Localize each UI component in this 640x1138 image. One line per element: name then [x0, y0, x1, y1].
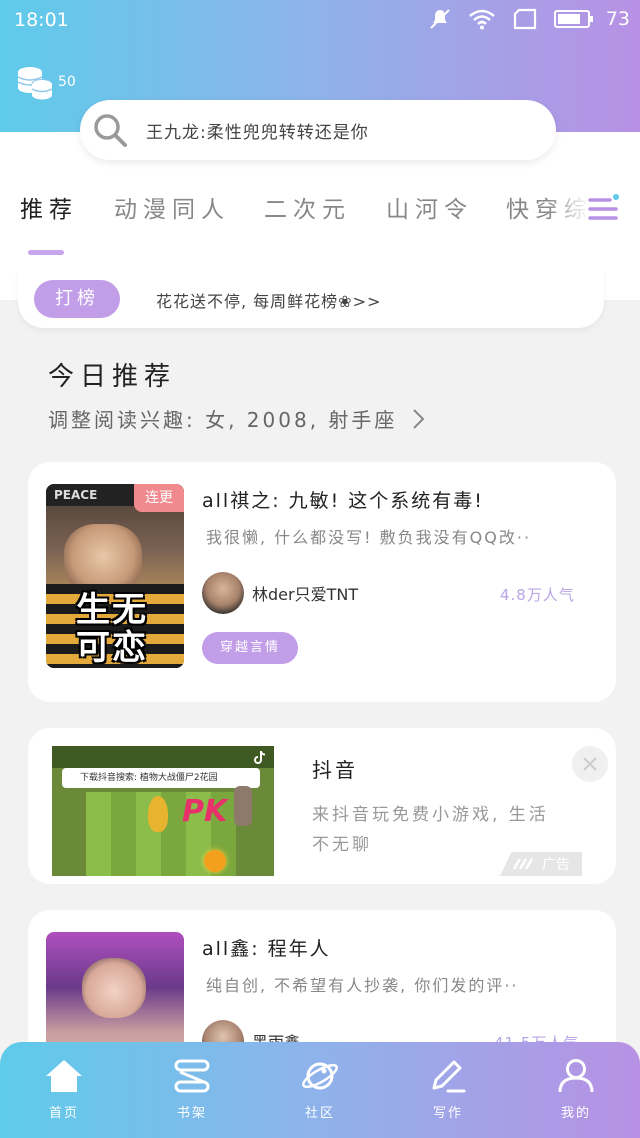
author-row[interactable]: 林der只爱TNT	[202, 572, 358, 614]
book-cover: PEACE 生无 可恋 连更	[46, 484, 184, 668]
ad-label: 广告	[500, 852, 582, 876]
close-icon	[583, 757, 597, 771]
category-menu-icon[interactable]	[586, 192, 622, 224]
nav-write[interactable]: 写作	[408, 1058, 488, 1121]
coin-count: 50	[58, 74, 76, 90]
tab-anime-fanfic[interactable]: 动漫同人	[114, 190, 230, 224]
cover-text-2: 可恋	[76, 628, 148, 668]
status-bar: 18:01 73	[0, 0, 640, 40]
status-time: 18:01	[14, 9, 69, 31]
book-title[interactable]: all鑫: 程年人	[202, 934, 331, 961]
rank-banner-text: 花花送不停, 每周鲜花榜❀>>	[156, 292, 382, 311]
mute-icon	[430, 9, 450, 29]
tab-anime-2d[interactable]: 二次元	[264, 190, 351, 224]
ad-image-zombie	[234, 786, 252, 826]
ad-image-search: 下载抖音搜索: 植物大战僵尸2花园	[62, 768, 260, 788]
user-icon	[558, 1059, 594, 1093]
ad-logo-icon	[512, 858, 534, 870]
rank-banner[interactable]: 打榜 花花送不停, 每周鲜花榜❀>>	[18, 270, 604, 328]
nav-label: 我的	[560, 1106, 591, 1121]
sim-icon	[513, 8, 536, 30]
nav-bookshelf[interactable]: 书架	[152, 1058, 232, 1121]
nav-label: 首页	[48, 1106, 79, 1121]
author-name[interactable]: 林der只爱TNT	[252, 581, 358, 605]
wifi-icon	[469, 9, 495, 30]
reading-interest-text: 调整阅读兴趣: 女, 2008, 射手座	[48, 408, 398, 432]
tab-recommend[interactable]: 推荐	[20, 190, 78, 224]
genre-tag[interactable]: 穿越言情	[202, 632, 298, 664]
nav-profile[interactable]: 我的	[536, 1058, 616, 1121]
section-title: 今日推荐	[48, 362, 177, 392]
cover-face	[82, 958, 146, 1018]
status-icons: 73	[428, 7, 630, 31]
author-avatar[interactable]	[202, 572, 244, 614]
book-card[interactable]: PEACE 生无 可恋 连更 all祺之: 九敏! 这个系统有毒! 我很懒, 什…	[28, 462, 616, 702]
ad-image-nut	[148, 796, 168, 832]
nav-label: 写作	[432, 1106, 463, 1121]
rank-button[interactable]: 打榜	[34, 280, 120, 318]
category-tabs: 推荐 动漫同人 二次元 山河令 快穿综	[0, 190, 640, 260]
ad-description: 来抖音玩免费小游戏, 生活不无聊	[312, 805, 549, 855]
battery-level: 73	[605, 8, 630, 30]
ad-image: 下载抖音搜索: 植物大战僵尸2花园 PK	[52, 746, 274, 876]
coin-balance[interactable]: 50	[16, 64, 76, 100]
nav-label: 社区	[304, 1106, 335, 1121]
tiktok-icon	[254, 750, 266, 764]
ad-title[interactable]: 抖音	[312, 754, 358, 783]
coins-icon	[17, 67, 53, 100]
home-icon	[46, 1060, 82, 1092]
ad-close-button[interactable]	[572, 746, 608, 782]
update-badge: 连更	[134, 484, 184, 512]
chevron-right-icon	[413, 408, 425, 429]
bookshelf-icon	[174, 1059, 210, 1093]
book-title[interactable]: all祺之: 九敏! 这个系统有毒!	[202, 486, 484, 513]
nav-home[interactable]: 首页	[24, 1058, 104, 1121]
ad-image-sun	[204, 850, 226, 872]
ad-card[interactable]: 下载抖音搜索: 植物大战僵尸2花园 PK 抖音 来抖音玩免费小游戏, 生活不无聊…	[28, 728, 616, 884]
bottom-navigation: 首页 书架 社区 写作 我的	[0, 1042, 640, 1138]
ad-image-badge: PK	[182, 794, 228, 829]
nav-label: 书架	[176, 1106, 207, 1121]
battery-icon	[553, 10, 593, 28]
search-bar[interactable]: 王九龙:柔性兜兜转转还是你	[80, 100, 556, 160]
reading-interest-link[interactable]: 调整阅读兴趣: 女, 2008, 射手座	[48, 404, 429, 433]
book-description: 我很懒, 什么都没写! 敷负我没有QQ改··	[206, 528, 532, 547]
ad-label-text: 广告	[542, 857, 570, 873]
active-tab-indicator	[28, 250, 64, 255]
planet-icon	[302, 1062, 338, 1090]
pen-icon	[432, 1060, 466, 1093]
tab-shanheling[interactable]: 山河令	[386, 190, 473, 224]
popularity-count: 4.8万人气	[500, 586, 575, 604]
search-icon	[94, 114, 127, 147]
nav-community[interactable]: 社区	[280, 1058, 360, 1121]
book-description: 纯自创, 不希望有人抄袭, 你们发的评··	[206, 976, 519, 995]
search-placeholder: 王九龙:柔性兜兜转转还是你	[146, 122, 369, 143]
